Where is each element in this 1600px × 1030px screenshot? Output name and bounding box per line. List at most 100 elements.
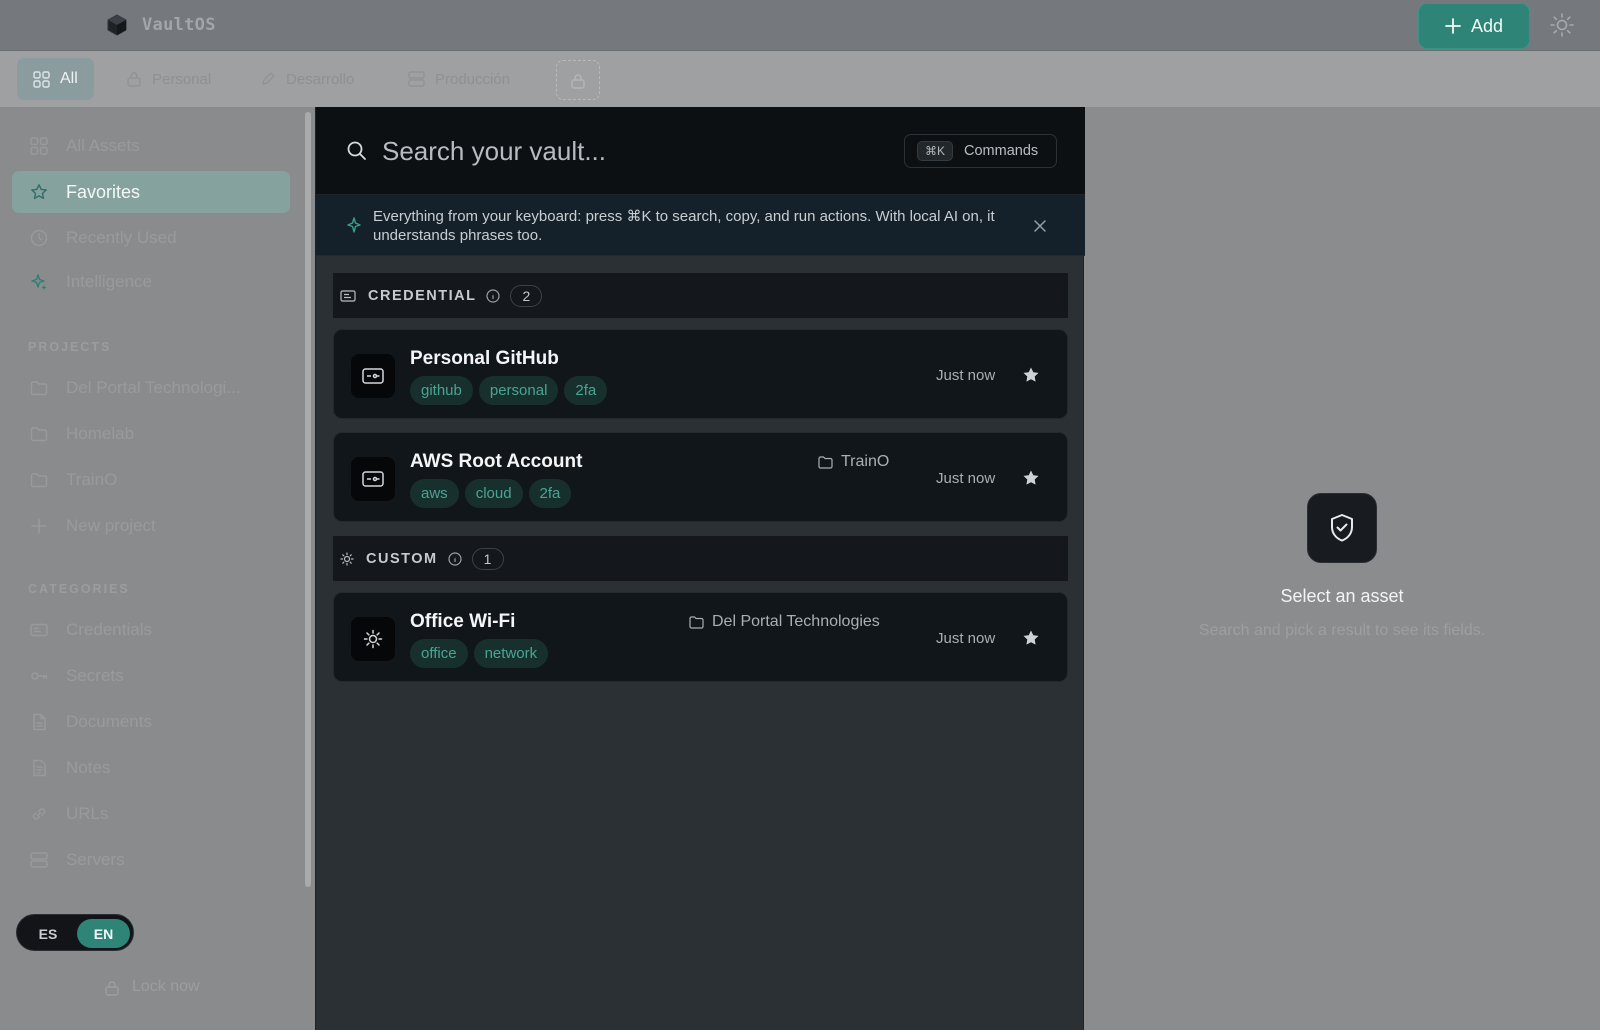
- result-item-office-wifi[interactable]: Office Wi-Fi office network Del Portal T…: [333, 592, 1068, 682]
- tag[interactable]: github: [410, 376, 473, 405]
- group-count: 2: [510, 284, 543, 307]
- search-icon: [347, 141, 366, 160]
- result-item-aws-root-account[interactable]: AWS Root Account aws cloud 2fa TrainO Ju…: [333, 432, 1068, 522]
- app-name: VaultOS: [142, 15, 216, 35]
- search-input[interactable]: [382, 129, 862, 173]
- sidebar-item-project-del-portal[interactable]: Del Portal Technologi...: [12, 367, 290, 409]
- tab-label: All: [60, 70, 78, 87]
- tab-produccion[interactable]: Producción: [392, 58, 526, 100]
- brand[interactable]: VaultOS: [106, 14, 216, 36]
- grid-icon: [33, 70, 50, 88]
- result-project[interactable]: TrainO: [818, 453, 889, 471]
- group-count: 1: [471, 547, 504, 570]
- sidebar-item-label: Credentials: [66, 620, 152, 639]
- sidebar-item-label: Servers: [66, 850, 125, 869]
- new-project-button[interactable]: New project: [12, 505, 290, 547]
- favorite-star-icon[interactable]: [1022, 469, 1040, 487]
- lang-es-option[interactable]: ES: [25, 920, 71, 947]
- sparkle-icon: [347, 217, 361, 233]
- server-icon: [30, 852, 48, 868]
- document-icon: [33, 713, 46, 731]
- group-label: CREDENTIAL: [368, 287, 477, 304]
- tab-personal[interactable]: Personal: [110, 58, 227, 100]
- favorite-star-icon[interactable]: [1022, 629, 1040, 647]
- folder-icon: [689, 615, 704, 629]
- id-card-icon: [30, 623, 48, 637]
- sidebar-item-recently-used[interactable]: Recently Used: [12, 217, 290, 259]
- tag[interactable]: aws: [410, 479, 459, 508]
- id-card-icon: [362, 471, 384, 487]
- star-outline-icon: [31, 184, 47, 200]
- sidebar-item-documents[interactable]: Documents: [12, 701, 290, 743]
- shield-placeholder: [1307, 493, 1377, 563]
- commands-button[interactable]: ⌘K Commands: [904, 134, 1057, 168]
- sidebar-item-label: Notes: [66, 758, 111, 777]
- tab-label: Desarrollo: [286, 70, 355, 88]
- sidebar-item-label: TrainO: [66, 470, 118, 489]
- result-tags: aws cloud 2fa: [410, 479, 572, 508]
- note-icon: [33, 759, 46, 777]
- sidebar-item-all-assets[interactable]: All Assets: [12, 125, 290, 167]
- sidebar-item-credentials[interactable]: Credentials: [12, 609, 290, 651]
- info-icon[interactable]: [486, 288, 501, 303]
- tag[interactable]: 2fa: [564, 376, 608, 405]
- add-vault-button[interactable]: [556, 60, 600, 100]
- sidebar-scrollbar[interactable]: [305, 112, 311, 887]
- sidebar-item-notes[interactable]: Notes: [12, 747, 290, 789]
- result-project[interactable]: Del Portal Technologies: [689, 613, 880, 631]
- close-icon[interactable]: [1033, 219, 1047, 233]
- group-label: CUSTOM: [366, 550, 438, 567]
- tab-all[interactable]: All: [17, 58, 94, 100]
- folder-icon: [30, 473, 48, 488]
- tab-desarrollo[interactable]: Desarrollo: [244, 58, 370, 100]
- tag[interactable]: network: [473, 639, 549, 668]
- command-palette: ⌘K Commands Everything from your keyboar…: [315, 107, 1085, 1030]
- sparkles-icon: [31, 274, 47, 290]
- plus-icon: [31, 518, 47, 534]
- hexagon-logo-icon: [107, 14, 127, 36]
- commands-label: Commands: [964, 143, 1039, 159]
- result-time: Just now: [936, 630, 996, 647]
- sidebar-item-intelligence[interactable]: Intelligence: [12, 261, 290, 303]
- link-icon: [32, 808, 46, 820]
- lock-now-button[interactable]: Lock now: [104, 978, 200, 996]
- tag[interactable]: personal: [478, 376, 559, 405]
- gear-icon: [363, 629, 383, 649]
- lock-icon: [127, 72, 141, 87]
- favorite-star-icon[interactable]: [1022, 366, 1040, 384]
- sidebar-item-label: All Assets: [66, 136, 140, 155]
- sidebar-item-favorites[interactable]: Favorites: [12, 171, 290, 213]
- sidebar-item-label: Favorites: [66, 181, 141, 202]
- lang-en-option[interactable]: EN: [77, 919, 130, 948]
- sidebar-item-servers[interactable]: Servers: [12, 839, 290, 881]
- sidebar-item-label: Del Portal Technologi...: [66, 378, 241, 397]
- info-icon[interactable]: [447, 551, 462, 566]
- sidebar-item-label: Homelab: [66, 424, 135, 443]
- vault-tabs: All Personal Desarrollo Producción: [0, 51, 1600, 107]
- result-type-icon-box: [351, 457, 395, 501]
- detail-empty-subtitle: Search and pick a result to see its fiel…: [1198, 622, 1486, 639]
- sidebar-item-urls[interactable]: URLs: [12, 793, 290, 835]
- sidebar-item-project-homelab[interactable]: Homelab: [12, 413, 290, 455]
- result-item-personal-github[interactable]: Personal GitHub github personal 2fa Just…: [333, 329, 1068, 419]
- categories-section-title: CATEGORIES: [28, 582, 130, 596]
- result-project-label: Del Portal Technologies: [712, 613, 880, 630]
- sun-icon[interactable]: [1549, 12, 1575, 38]
- key-icon: [31, 672, 48, 680]
- tag[interactable]: 2fa: [528, 479, 572, 508]
- add-button-label: Add: [1470, 15, 1504, 36]
- tag[interactable]: office: [410, 639, 468, 668]
- result-type-icon-box: [351, 617, 395, 661]
- group-header-credential: CREDENTIAL 2: [333, 273, 1068, 318]
- folder-icon: [30, 427, 48, 442]
- result-tags: office network: [410, 639, 549, 668]
- tab-label: Personal: [152, 70, 212, 88]
- sidebar-item-project-traino[interactable]: TrainO: [12, 459, 290, 501]
- sidebar-item-secrets[interactable]: Secrets: [12, 655, 290, 697]
- tag[interactable]: cloud: [464, 479, 523, 508]
- sidebar-item-label: Documents: [66, 712, 152, 731]
- sidebar-item-label: URLs: [66, 804, 109, 823]
- sidebar-item-label: Recently Used: [66, 228, 177, 247]
- add-button[interactable]: Add: [1418, 3, 1530, 49]
- sidebar-item-label: Intelligence: [66, 272, 153, 291]
